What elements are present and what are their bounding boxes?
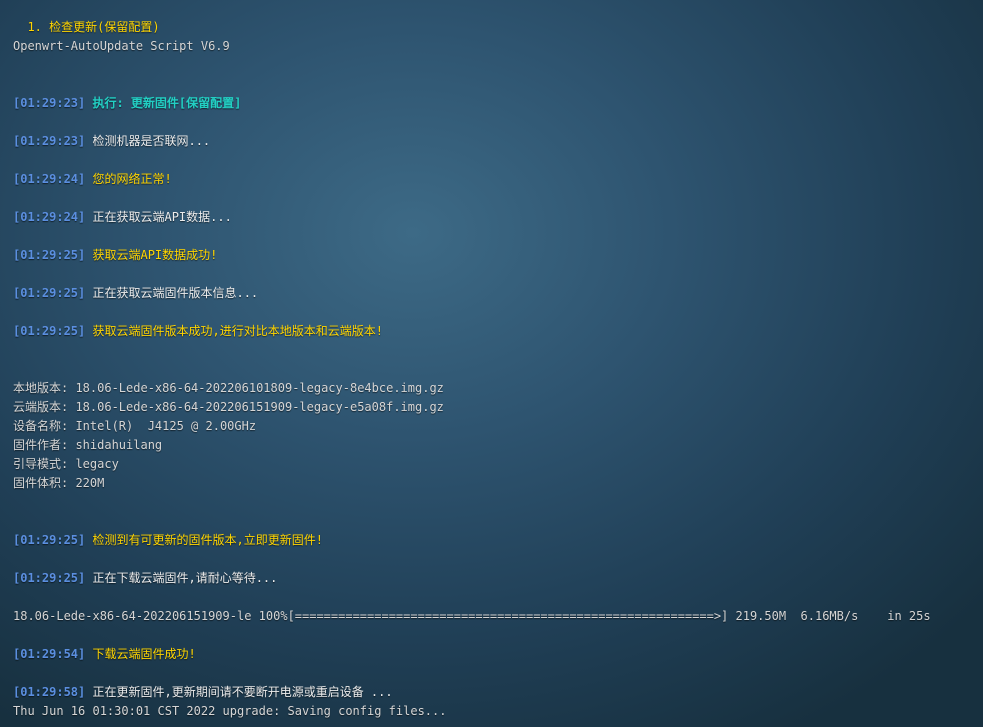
log-timestamp: [01:29:25]: [13, 286, 86, 300]
download-speed: 6.16MB/s: [800, 609, 859, 623]
info-cloud-version: 云端版本: 18.06-Lede-x86-64-202206151909-leg…: [13, 400, 444, 414]
log-timestamp: [01:29:25]: [13, 571, 86, 585]
log-message: 获取云端固件版本成功,进行对比本地版本和云端版本!: [92, 324, 383, 338]
log-message: 获取云端API数据成功!: [92, 248, 218, 262]
log-timestamp: [01:29:25]: [13, 324, 86, 338]
menu-choice-line: 1. 检查更新(保留配置): [13, 20, 160, 34]
info-device-name: 设备名称: Intel(R) J4125 @ 2.00GHz: [13, 419, 257, 433]
log-line: [01:29:25] 获取云端固件版本成功,进行对比本地版本和云端版本!: [13, 322, 383, 341]
log-timestamp: [01:29:23]: [13, 96, 86, 110]
log-message: 执行: 更新固件[保留配置]: [92, 96, 242, 110]
log-line: [01:29:25] 获取云端API数据成功!: [13, 246, 217, 265]
log-line: [01:29:25] 检测到有可更新的固件版本,立即更新固件!: [13, 531, 323, 550]
log-line: [01:29:24] 正在获取云端API数据...: [13, 208, 232, 227]
log-timestamp: [01:29:54]: [13, 647, 86, 661]
log-timestamp: [01:29:58]: [13, 685, 86, 699]
info-boot-mode: 引导模式: legacy: [13, 457, 119, 471]
info-local-version: 本地版本: 18.06-Lede-x86-64-202206101809-leg…: [13, 381, 444, 395]
upgrade-status-line: Thu Jun 16 01:30:01 CST 2022 upgrade: Sa…: [13, 704, 447, 718]
log-line: [01:29:24] 您的网络正常!: [13, 170, 172, 189]
log-message: 您的网络正常!: [92, 172, 172, 186]
log-line: [01:29:54] 下载云端固件成功!: [13, 645, 196, 664]
download-progress-line: 18.06-Lede-x86-64-202206151909-le 100%[=…: [13, 607, 931, 626]
download-progress-bar: [=======================================…: [287, 609, 729, 623]
download-percent: 100%: [258, 609, 288, 623]
log-message: 正在获取云端API数据...: [92, 210, 232, 224]
log-timestamp: [01:29:23]: [13, 134, 86, 148]
info-firmware-size: 固件体积: 220M: [13, 476, 105, 490]
log-timestamp: [01:29:24]: [13, 210, 86, 224]
log-line: [01:29:23] 执行: 更新固件[保留配置]: [13, 94, 241, 113]
log-line: [01:29:25] 正在下载云端固件,请耐心等待...: [13, 569, 277, 588]
log-message: 正在更新固件,更新期间请不要断开电源或重启设备 ...: [92, 685, 393, 699]
info-firmware-author: 固件作者: shidahuilang: [13, 438, 163, 452]
log-timestamp: [01:29:25]: [13, 533, 86, 547]
log-line: [01:29:23] 检测机器是否联网...: [13, 132, 210, 151]
log-timestamp: [01:29:24]: [13, 172, 86, 186]
log-message: 下载云端固件成功!: [92, 647, 196, 661]
download-filename: 18.06-Lede-x86-64-202206151909-le: [13, 609, 252, 623]
script-title-line: Openwrt-AutoUpdate Script V6.9: [13, 39, 230, 53]
log-message: 正在下载云端固件,请耐心等待...: [92, 571, 278, 585]
log-message: 检测到有可更新的固件版本,立即更新固件!: [92, 533, 323, 547]
log-line: [01:29:25] 正在获取云端固件版本信息...: [13, 284, 258, 303]
log-message: 检测机器是否联网...: [92, 134, 211, 148]
download-time: in 25s: [887, 609, 931, 623]
download-size: 219.50M: [735, 609, 787, 623]
terminal-window[interactable]: 1. 检查更新(保留配置) Openwrt-AutoUpdate Script …: [0, 0, 983, 727]
log-timestamp: [01:29:25]: [13, 248, 86, 262]
log-message: 正在获取云端固件版本信息...: [92, 286, 259, 300]
log-line: [01:29:58] 正在更新固件,更新期间请不要断开电源或重启设备 ...: [13, 683, 393, 702]
